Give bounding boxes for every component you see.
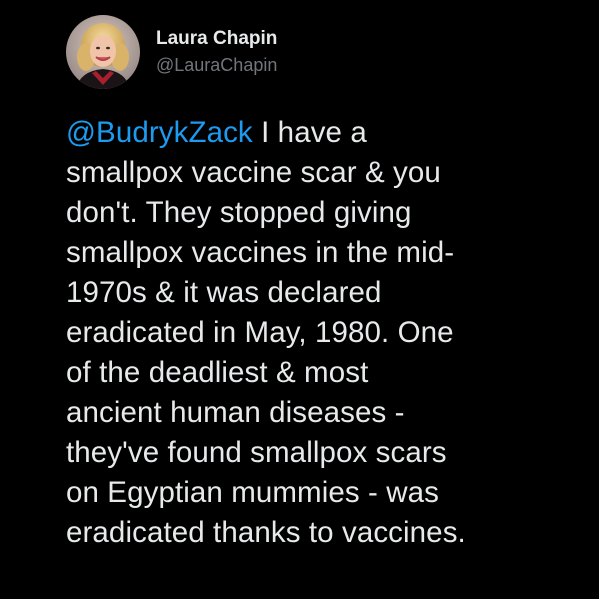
- mention-link[interactable]: @BudrykZack: [66, 116, 253, 149]
- avatar[interactable]: [66, 15, 140, 89]
- tweet-line-5: 1970s & it was declared: [66, 276, 382, 309]
- tweet-line-2: smallpox vaccine scar & you: [66, 156, 441, 189]
- tweet-line-7: of the deadliest & most: [66, 356, 369, 389]
- tweet-card: Laura Chapin @LauraChapin @BudrykZack I …: [0, 0, 599, 599]
- author-handle[interactable]: @LauraChapin: [156, 53, 277, 77]
- tweet-line-11: eradicated thanks to vaccines.: [66, 516, 466, 549]
- tweet-line-9: they've found smallpox scars: [66, 436, 447, 469]
- tweet-line-6: eradicated in May, 1980. One: [66, 316, 454, 349]
- tweet-line-10: on Egyptian mummies - was: [66, 476, 440, 509]
- author-display-name[interactable]: Laura Chapin: [156, 27, 277, 51]
- profile-photo-icon: [66, 15, 140, 89]
- tweet-text: @BudrykZack I have a smallpox vaccine sc…: [66, 113, 588, 553]
- tweet-text-fragment: I have a: [252, 116, 367, 149]
- tweet-line-4: smallpox vaccines in the mid-: [66, 236, 455, 269]
- tweet-header: Laura Chapin @LauraChapin: [66, 14, 277, 90]
- tweet-line-8: ancient human diseases -: [66, 396, 405, 429]
- author-names: Laura Chapin @LauraChapin: [156, 27, 277, 77]
- tweet-line-3: don't. They stopped giving: [66, 196, 412, 229]
- tweet-line-1: @BudrykZack I have a: [66, 113, 588, 153]
